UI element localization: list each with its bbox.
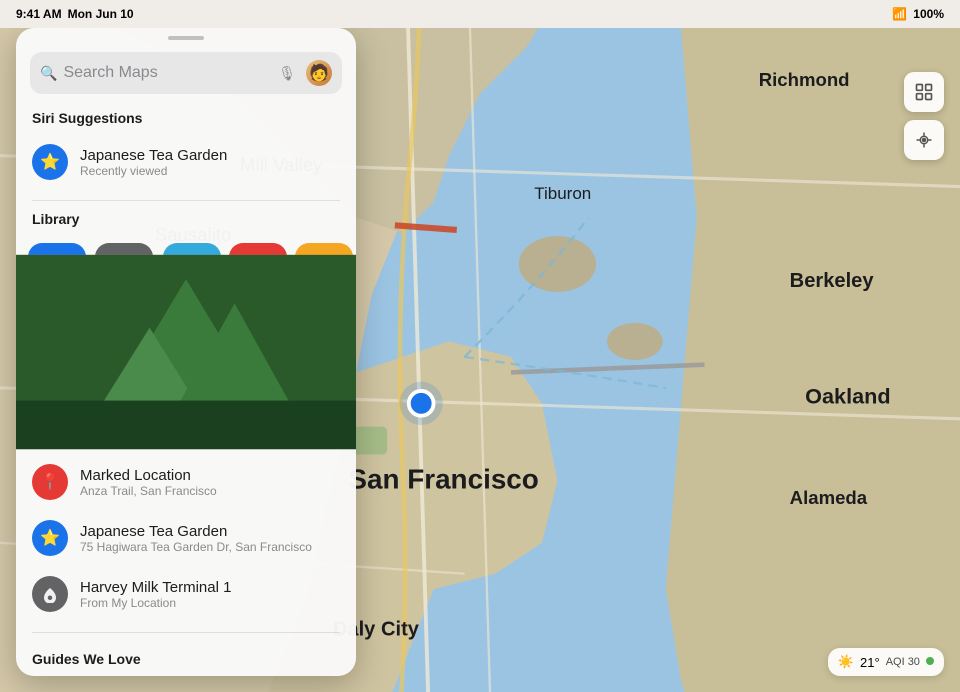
svg-text:Richmond: Richmond [759,69,850,90]
weather-icon: ☀️ [838,654,854,670]
battery-percentage: 100% [913,7,944,21]
status-time: 9:41 AM [16,7,62,21]
svg-text:Tiburon: Tiburon [534,184,591,203]
weather-badge: ☀️ 21° AQI 30 [828,648,944,676]
svg-text:Berkeley: Berkeley [790,270,875,292]
status-bar: 9:41 AM Mon Jun 10 📶 100% [0,0,960,28]
aqi-label: AQI 30 [886,656,934,668]
battery-indicator: 100% [913,7,944,21]
guides-images [16,675,356,676]
status-left: 9:41 AM Mon Jun 10 [16,7,134,21]
svg-text:San Francisco: San Francisco [348,464,538,495]
svg-text:Alameda: Alameda [790,487,868,508]
aqi-dot [926,657,934,665]
map-buttons-container [904,72,944,160]
temperature: 21° [860,655,880,670]
guides-section: Guides We Love [16,643,356,676]
my-location-button[interactable] [904,120,944,160]
map-layers-button[interactable] [904,72,944,112]
wifi-icon: 📶 [892,7,907,21]
status-date: Mon Jun 10 [68,7,134,21]
sidebar-panel: 🔍 🎙 🧑 Siri Suggestions ⭐ Japanese Tea Ga… [16,28,356,676]
svg-text:Oakland: Oakland [805,383,890,408]
status-right: 📶 100% [892,7,944,21]
